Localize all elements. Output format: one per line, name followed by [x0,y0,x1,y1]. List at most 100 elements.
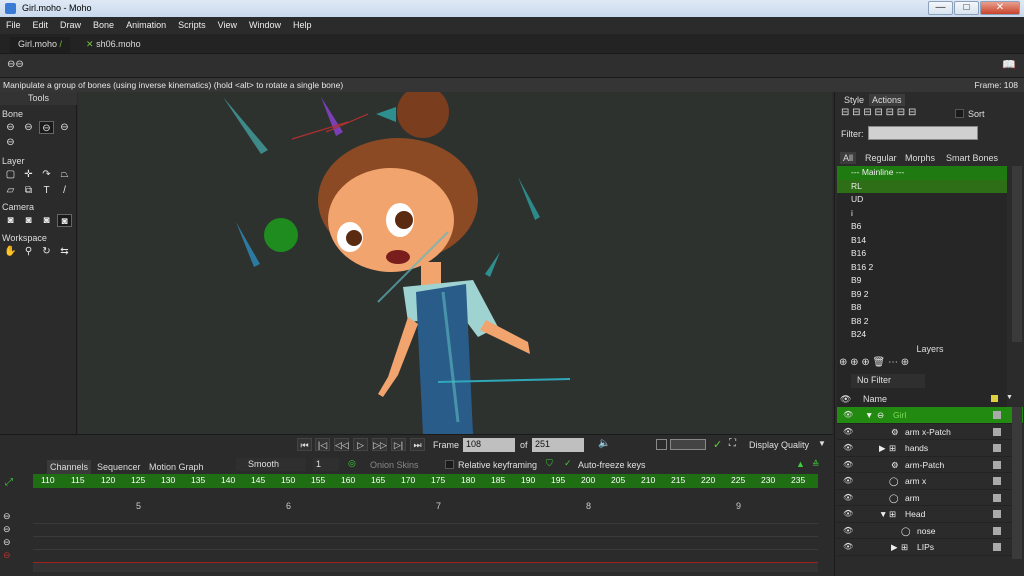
relative-keyframing-checkbox[interactable] [445,460,454,469]
layer-filter-select[interactable]: No Filter [851,374,925,388]
previous-frame-icon[interactable]: ◁◁ [334,438,349,451]
layers-scrollbar[interactable] [1012,407,1022,559]
shear-layer-icon[interactable]: ⏢ [57,168,72,181]
expand-arrow-icon[interactable]: ▼ [879,509,887,519]
expand-icon[interactable]: ⤢ [5,477,13,488]
menu-window[interactable]: Window [243,17,287,30]
menu-help[interactable]: Help [287,17,318,30]
checkmark-icon[interactable]: ✓ [713,438,722,451]
flip-layer-icon[interactable]: ⧉ [21,184,36,197]
select-bone-icon[interactable]: ⊖ [3,121,18,134]
layer-visible-checkbox[interactable] [993,444,1001,452]
layer-visible-checkbox[interactable] [993,427,1001,436]
layer-row[interactable]: 👁 ▶ ⊞ hands [837,440,1023,457]
eye-icon[interactable]: 👁 [843,427,855,437]
zoom-in-icon[interactable]: ≙ [812,459,820,470]
actions-scrollbar[interactable] [1012,166,1022,342]
layer-row[interactable]: 👁 ◯ arm [837,490,1023,506]
bone-strength-icon[interactable]: ⊖ [3,136,18,149]
brush-icon[interactable]: / [57,184,72,197]
expand-arrow-icon[interactable]: ▶ [879,443,886,454]
actions-toolbar-icons[interactable]: ⊟ ⊟ ⊟ ⊟ ⊟ ⊟ ⊟ [841,107,916,118]
audio-icon[interactable]: 🔈 [598,438,610,449]
camera-roll-icon[interactable]: ◙ [39,214,54,227]
zoom-icon[interactable]: ⚲ [21,245,36,258]
scale-layer-icon[interactable]: ▱ [3,184,18,197]
tab-style[interactable]: Style [841,94,867,106]
timeline-ruler[interactable]: 110 115 120 125 130 135 140 145 150 155 … [33,474,818,488]
eye-icon[interactable]: 👁 [843,509,855,519]
help-book-icon[interactable]: 📖 [1002,58,1016,71]
sort-checkbox[interactable] [955,109,964,118]
action-item[interactable]: B16 2 [837,261,1007,275]
layer-row[interactable]: 👁 ⚙ arm x-Patch [837,424,1023,440]
filter-input[interactable] [868,126,978,140]
layer-visible-checkbox[interactable] [993,477,1001,485]
action-item[interactable]: B6 [837,220,1007,234]
total-frames-input[interactable]: 251 [532,438,584,452]
layer-row[interactable]: 👁 ▼ ⊖ Girl [837,407,1023,424]
action-item[interactable]: B8 [837,301,1007,315]
cat-regular[interactable]: Regular [862,152,900,164]
zoom-out-icon[interactable]: ▲ [796,459,805,469]
eye-icon[interactable]: 👁 [843,443,855,453]
menu-file[interactable]: File [0,17,27,30]
menu-edit[interactable]: Edit [27,17,55,30]
manipulate-bones-icon[interactable]: ⊖ [39,121,54,134]
rotate-layer-icon[interactable]: ↷ [39,168,54,181]
chevron-down-icon[interactable]: ▼ [1006,394,1013,401]
layer-visible-checkbox[interactable] [993,543,1001,551]
camera-zoom-icon[interactable]: ◙ [21,214,36,227]
text-tool-icon[interactable]: T [39,184,54,197]
action-item[interactable]: RL [837,179,1007,193]
shield-icon[interactable]: ⛉ [546,458,553,469]
layer-row[interactable]: 👁 ▶ ⊞ LIPs [837,539,1023,556]
rotate-workspace-icon[interactable]: ↻ [39,245,54,258]
channel-row[interactable] [33,512,818,524]
close-button[interactable]: ✕ [980,1,1020,15]
transform-layer-icon[interactable]: ▢ [3,168,18,181]
maximize-button[interactable]: □ [954,1,979,15]
fast-forward-icon[interactable]: ⏭ [410,438,425,451]
canvas-viewport[interactable] [78,92,832,434]
tab-girl[interactable]: Girl.moho / [10,37,71,53]
camera-pan-icon[interactable]: ◙ [57,214,72,227]
layer-visible-checkbox[interactable] [993,526,1001,535]
eye-icon[interactable]: 👁 [843,460,855,470]
menu-scripts[interactable]: Scripts [172,17,212,30]
action-item[interactable]: --- Mainline --- [837,166,1007,180]
action-item[interactable]: UD [837,193,1007,207]
interpolation-count[interactable]: 1 [313,458,339,471]
timeline-h-scrollbar[interactable] [33,563,818,572]
eye-icon[interactable]: 👁 [843,493,855,503]
hand-icon[interactable]: ✋ [3,245,18,258]
orbit-icon[interactable]: ⇆ [57,245,72,258]
layer-visible-checkbox[interactable] [993,510,1001,518]
layer-row[interactable]: 👁 ◯ nose [837,523,1023,539]
layers-toolbar-icons[interactable]: ⊕ ⊕ ⊕ 🗑 ⋯ ⊕ [839,357,909,368]
layer-visible-checkbox[interactable] [993,411,1001,419]
frame-input[interactable]: 108 [463,438,515,452]
grid-toggle-icon[interactable] [656,439,667,450]
menu-draw[interactable]: Draw [54,17,87,30]
action-item[interactable]: B24 [837,328,1007,342]
channel-row[interactable] [33,525,818,537]
tab-sequencer[interactable]: Sequencer [94,460,144,474]
interpolation-select[interactable]: Smooth [236,458,306,471]
frame-icon[interactable]: ⛶ [729,438,736,449]
action-item[interactable]: B9 2 [837,288,1007,302]
camera-track-icon[interactable]: ◙ [3,214,18,227]
translate-bone-icon[interactable]: ⊖ [21,121,36,134]
tab-close-icon[interactable]: ✕ [86,39,94,49]
eye-icon[interactable]: 👁 [843,542,855,552]
menu-bone[interactable]: Bone [87,17,120,30]
chevron-down-icon[interactable]: ▼ [818,439,826,448]
channel-row[interactable] [33,551,818,563]
cat-smart-bones[interactable]: Smart Bones [943,152,1001,164]
minimize-button[interactable]: — [928,1,953,15]
display-quality-menu[interactable]: Display Quality [749,440,809,450]
expand-arrow-icon[interactable]: ▶ [891,542,898,553]
tab-actions[interactable]: Actions [869,94,905,106]
layer-visible-checkbox[interactable] [993,493,1001,502]
action-item[interactable]: i [837,207,1007,221]
